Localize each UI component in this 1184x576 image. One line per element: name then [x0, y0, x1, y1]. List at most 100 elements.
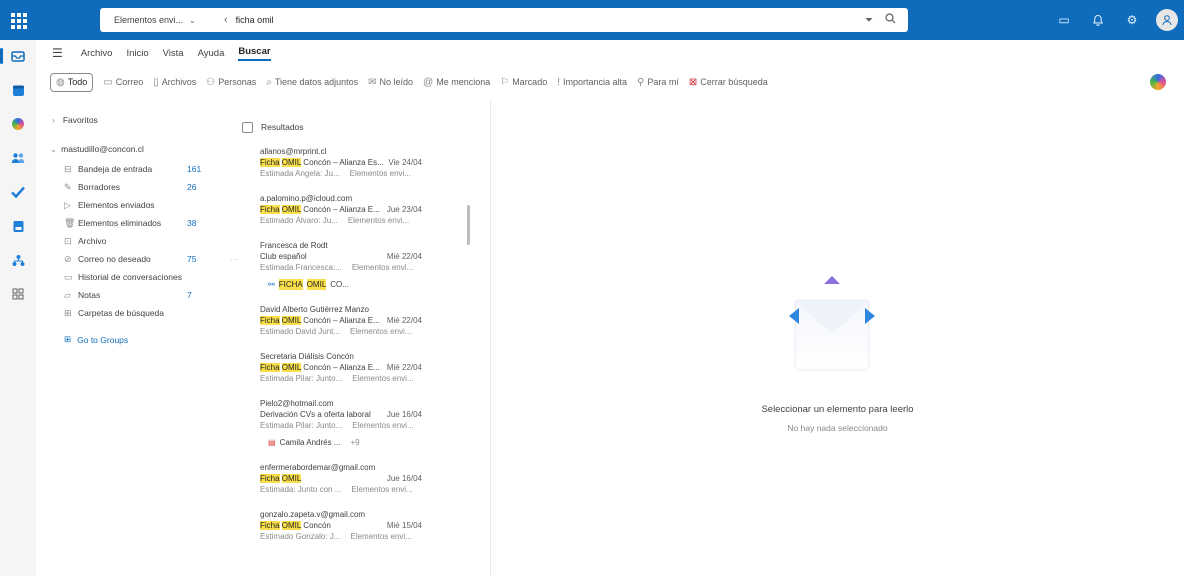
search-icon[interactable] — [885, 13, 896, 27]
list-item[interactable]: allanos@mrprint.cl Ficha OMIL Concón – A… — [236, 146, 476, 179]
close-search-button[interactable]: ⊠ Cerrar búsqueda — [689, 77, 768, 88]
highlight-omil: OMIL — [281, 158, 302, 167]
message-date: Jue 16/04 — [386, 410, 422, 419]
filter-marcado[interactable]: ⚐ Marcado — [500, 77, 547, 88]
search-scope-dropdown[interactable]: Elementos envi... ⌄ — [100, 15, 220, 25]
message-sender: Pielo2@hotmail.com — [260, 399, 334, 408]
highlight-ficha: Ficha — [260, 205, 280, 214]
account-section[interactable]: ⌄ mastudillo@concon.cl — [50, 142, 234, 156]
results-header: Resultados — [236, 112, 476, 142]
copilot-app-icon[interactable] — [8, 114, 28, 134]
onedrive-app-icon[interactable] — [8, 216, 28, 236]
folder-deleted[interactable]: 🗑 Elementos eliminados 38 — [44, 214, 234, 232]
file-icon: ▯ — [153, 76, 159, 88]
go-to-groups-link[interactable]: ⊞ Go to Groups — [44, 334, 234, 345]
filter-icon[interactable]: ⏷ — [865, 15, 873, 26]
list-item[interactable]: Secretaria Diálisis Concón Ficha OMIL Co… — [236, 351, 476, 384]
search-box[interactable]: Elementos envi... ⌄ ‹ ficha omil ⏷ — [100, 8, 908, 32]
message-sender: enfermerabordemar@gmail.com — [260, 463, 376, 472]
folder-inbox[interactable]: ⊟ Bandeja de entrada 161 — [44, 160, 234, 178]
tab-inicio[interactable]: Inicio — [126, 48, 148, 59]
folder-drafts[interactable]: ✎ Borradores 26 — [44, 178, 234, 196]
filter-label: Me menciona — [436, 77, 491, 87]
message-date: Mié 22/04 — [386, 316, 422, 325]
list-item[interactable]: Francesca de Rodt Club español Mié 22/04 … — [236, 240, 476, 290]
meet-now-icon[interactable]: ▭ — [1054, 10, 1074, 30]
highlight-ficha: Ficha — [260, 363, 280, 372]
more-apps-icon[interactable] — [8, 284, 28, 304]
folder-sent[interactable]: ▷ Elementos enviados — [44, 196, 234, 214]
message-sender: David Alberto Gutiérrez Manzo — [260, 305, 369, 314]
folder-count: 161 — [187, 164, 202, 174]
empty-envelope-illustration — [787, 270, 877, 380]
filter-archivos[interactable]: ▯ Archivos — [153, 77, 196, 88]
folder-archive[interactable]: ⊡ Archivo — [44, 232, 234, 250]
chevron-down-icon: ⌄ — [189, 15, 196, 25]
list-item[interactable]: enfermerabordemar@gmail.com Ficha OMIL Ju… — [236, 462, 476, 495]
list-item[interactable]: gonzalo.zapeta.v@gmail.com Ficha OMIL Co… — [236, 509, 476, 542]
folder-label: Bandeja de entrada — [78, 164, 153, 174]
message-list: Resultados allanos@mrprint.cl Ficha OMIL… — [236, 112, 476, 576]
empty-state-subtitle: No hay nada seleccionado — [787, 423, 888, 433]
message-preview: Estimada Pilar: Junto... — [260, 421, 343, 430]
todo-app-icon[interactable] — [8, 182, 28, 202]
search-filters-bar: ◍ Todo ▭ Correo ▯ Archivos ⚇ Personas ⌕ Tiene… — [50, 70, 768, 94]
list-item[interactable]: Pielo2@hotmail.com Derivación CVs a ofer… — [236, 398, 476, 448]
folder-count: 26 — [187, 182, 197, 192]
mail-app-icon[interactable] — [0, 46, 28, 66]
attachment-chip[interactable]: ▤ Camila Andrés ... +9 — [268, 437, 360, 448]
bell-icon[interactable] — [1088, 10, 1108, 30]
top-bar: Elementos envi... ⌄ ‹ ficha omil ⏷ ▭ ⚙ — [0, 0, 1184, 40]
filter-label: Para mí — [647, 77, 679, 87]
filter-label: Personas — [218, 77, 257, 87]
at-icon: @ — [423, 76, 434, 88]
chevron-right-icon: › — [52, 115, 55, 125]
message-list-scrollbar[interactable] — [467, 205, 470, 245]
tab-buscar[interactable]: Buscar — [238, 46, 271, 61]
list-item[interactable]: a.palomino.p@icloud.com Ficha OMIL Concó… — [236, 193, 476, 226]
message-folder: Elementos envi... — [351, 485, 413, 494]
folder-count: 75 — [187, 254, 197, 264]
folder-junk[interactable]: ⊘ Correo no deseado 75 ⋯ — [44, 250, 239, 268]
gear-icon[interactable]: ⚙ — [1122, 10, 1142, 30]
filter-correo[interactable]: ▭ Correo — [103, 77, 143, 88]
subject-text: Concón – Alianza E... — [303, 363, 380, 372]
select-all-checkbox[interactable] — [242, 121, 253, 133]
back-arrow-icon[interactable]: ‹ — [224, 14, 228, 26]
pdf-icon: ▤ — [268, 438, 276, 447]
folder-search-folders[interactable]: ⊞ Carpetas de búsqueda — [44, 304, 234, 322]
filter-personas[interactable]: ⚇ Personas — [206, 77, 256, 88]
folder-conversation-history[interactable]: ▭ Historial de conversaciones — [44, 268, 234, 286]
list-item[interactable]: David Alberto Gutiérrez Manzo Ficha OMIL… — [236, 304, 476, 337]
people-icon: ⚇ — [206, 76, 216, 88]
tab-ayuda[interactable]: Ayuda — [198, 48, 225, 59]
filter-me-menciona[interactable]: @ Me menciona — [423, 77, 490, 88]
link-icon: ⚯ — [268, 280, 275, 289]
filter-todo[interactable]: ◍ Todo — [50, 72, 94, 92]
groups-icon: ⊞ — [64, 334, 72, 344]
filter-no-leido[interactable]: ✉ No leído — [368, 77, 413, 88]
filter-label: Importancia alta — [562, 77, 628, 87]
avatar[interactable] — [1156, 9, 1178, 31]
filter-para-mi[interactable]: ⚲ Para mí — [637, 77, 679, 88]
attachment-chip[interactable]: ⚯ FICHA OMIL CO... — [268, 279, 349, 290]
people-app-icon[interactable] — [8, 148, 28, 168]
attachment-name: Camila Andrés ... — [279, 438, 341, 447]
folder-label: Notas — [78, 290, 101, 300]
message-folder: Elementos envi... — [350, 327, 412, 336]
app-launcher-icon[interactable] — [8, 10, 28, 30]
folder-label: Elementos eliminados — [78, 218, 162, 228]
tab-vista[interactable]: Vista — [163, 48, 184, 59]
favorites-section[interactable]: › Favoritos — [52, 112, 234, 128]
hamburger-menu-icon[interactable]: ☰ — [52, 46, 63, 60]
org-explorer-icon[interactable] — [8, 250, 28, 270]
tab-archivo[interactable]: Archivo — [81, 48, 113, 59]
folder-notes[interactable]: ▱ Notas 7 — [44, 286, 234, 304]
search-input[interactable]: ficha omil — [236, 15, 865, 25]
highlight-ficha: FICHA — [278, 279, 303, 290]
filter-importancia-alta[interactable]: ! Importancia alta — [557, 77, 627, 88]
filter-label: Todo — [67, 77, 88, 87]
filter-tiene-adjuntos[interactable]: ⌕ Tiene datos adjuntos — [266, 77, 358, 88]
copilot-icon[interactable] — [1150, 74, 1166, 90]
calendar-app-icon[interactable] — [8, 80, 28, 100]
